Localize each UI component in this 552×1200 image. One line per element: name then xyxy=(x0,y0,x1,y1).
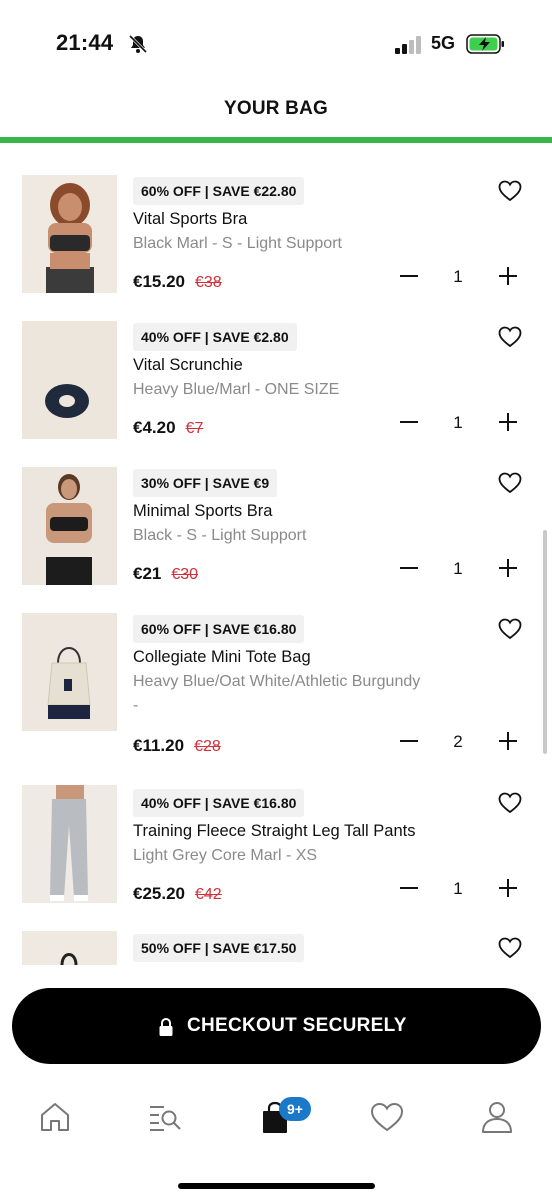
decrease-quantity-button[interactable] xyxy=(397,729,421,753)
quantity-value: 1 xyxy=(453,559,463,578)
product-name[interactable]: Training Fleece Straight Leg Tall Pants xyxy=(133,822,416,841)
discount-badge: 60% OFF | SAVE €22.80 xyxy=(133,177,305,205)
bag-item: 40% OFF | SAVE €2.80 Vital Scrunchie Hea… xyxy=(0,289,552,439)
checkout-button[interactable]: CHECKOUT SECURELY xyxy=(12,988,541,1064)
scrollbar[interactable] xyxy=(543,530,547,754)
profile-icon[interactable] xyxy=(479,1099,515,1135)
search-list-icon[interactable] xyxy=(147,1099,183,1135)
original-price: €28 xyxy=(194,738,221,755)
product-name[interactable]: Collegiate Mini Tote Bag xyxy=(133,648,311,667)
discount-badge: 50% OFF | SAVE €17.50 xyxy=(133,934,305,962)
bottom-tab-bar xyxy=(0,1085,552,1155)
product-image[interactable] xyxy=(22,321,117,439)
bag-item: 60% OFF | SAVE €22.80 Vital Sports Bra B… xyxy=(0,143,552,293)
current-price: €11.20 xyxy=(133,736,185,755)
decrease-quantity-button[interactable] xyxy=(397,410,421,434)
wishlist-heart-icon[interactable] xyxy=(498,180,522,202)
wishlist-heart-icon[interactable] xyxy=(498,472,522,494)
page-header: YOUR BAG xyxy=(0,90,552,138)
increase-quantity-button[interactable] xyxy=(496,556,520,580)
discount-badge: 40% OFF | SAVE €16.80 xyxy=(133,789,305,817)
discount-badge: 40% OFF | SAVE €2.80 xyxy=(133,323,297,351)
product-variant: Black Marl - S - Light Support xyxy=(133,235,342,252)
bag-item: 30% OFF | SAVE €9 Minimal Sports Bra Bla… xyxy=(0,435,552,585)
product-image[interactable] xyxy=(22,931,117,965)
signal-icon xyxy=(395,36,421,54)
partial-product-photo xyxy=(22,931,117,965)
quantity-value: 1 xyxy=(453,267,463,286)
quantity-value: 2 xyxy=(453,732,463,751)
decrease-quantity-button[interactable] xyxy=(397,264,421,288)
product-variant: Heavy Blue/Oat White/Athletic Burgundy xyxy=(133,673,421,690)
increase-quantity-button[interactable] xyxy=(496,729,520,753)
increase-quantity-button[interactable] xyxy=(496,410,520,434)
decrease-quantity-button[interactable] xyxy=(397,556,421,580)
product-variant: Heavy Blue/Marl - ONE SIZE xyxy=(133,381,340,398)
quantity-value: 1 xyxy=(453,413,463,432)
discount-badge: 60% OFF | SAVE €16.80 xyxy=(133,615,305,643)
status-time: 21:44 xyxy=(56,30,114,55)
page-title: YOUR BAG xyxy=(224,98,328,119)
product-price: €11.20 €28 xyxy=(133,736,221,756)
status-bar: 21:44 5G xyxy=(0,0,552,90)
battery-icon xyxy=(466,34,504,54)
wishlist-heart-icon[interactable] xyxy=(498,326,522,348)
cart-count-badge: 9+ xyxy=(279,1097,311,1121)
sports-bra-model-photo xyxy=(22,467,117,585)
product-image[interactable] xyxy=(22,785,117,903)
bell-off-icon xyxy=(128,34,148,54)
product-image[interactable] xyxy=(22,467,117,585)
bag-item: 60% OFF | SAVE €16.80 Collegiate Mini To… xyxy=(0,581,552,755)
wishlist-heart-icon[interactable] xyxy=(498,618,522,640)
product-image[interactable] xyxy=(22,613,117,731)
quantity-value: 1 xyxy=(453,879,463,898)
increase-quantity-button[interactable] xyxy=(496,264,520,288)
pants-model-photo xyxy=(22,785,117,903)
lock-icon xyxy=(159,1017,173,1036)
sports-bra-model-photo xyxy=(22,175,117,293)
increase-quantity-button[interactable] xyxy=(496,876,520,900)
discount-badge: 30% OFF | SAVE €9 xyxy=(133,469,278,497)
home-indicator xyxy=(178,1183,375,1189)
tote-bag-photo xyxy=(22,613,117,731)
wishlist-heart-icon[interactable] xyxy=(498,792,522,814)
product-name[interactable]: Vital Scrunchie xyxy=(133,356,243,375)
bag-items-list[interactable]: 60% OFF | SAVE €22.80 Vital Sports Bra B… xyxy=(0,143,552,965)
home-icon[interactable] xyxy=(37,1099,73,1135)
product-name[interactable]: Minimal Sports Bra xyxy=(133,502,272,521)
network-label: 5G xyxy=(431,33,456,53)
product-image[interactable] xyxy=(22,175,117,293)
bag-item: 40% OFF | SAVE €16.80 Training Fleece St… xyxy=(0,755,552,903)
product-name[interactable]: Vital Sports Bra xyxy=(133,210,247,229)
heart-icon[interactable] xyxy=(369,1099,405,1135)
checkout-label: CHECKOUT SECURELY xyxy=(187,1015,407,1036)
scrunchie-photo xyxy=(22,321,117,439)
product-variant: Light Grey Core Marl - XS xyxy=(133,847,318,864)
bag-item: 50% OFF | SAVE €17.50 xyxy=(0,901,552,965)
wishlist-heart-icon[interactable] xyxy=(498,937,522,959)
product-variant: Black - S - Light Support xyxy=(133,527,307,544)
decrease-quantity-button[interactable] xyxy=(397,876,421,900)
product-variant-extra: - xyxy=(133,697,139,714)
